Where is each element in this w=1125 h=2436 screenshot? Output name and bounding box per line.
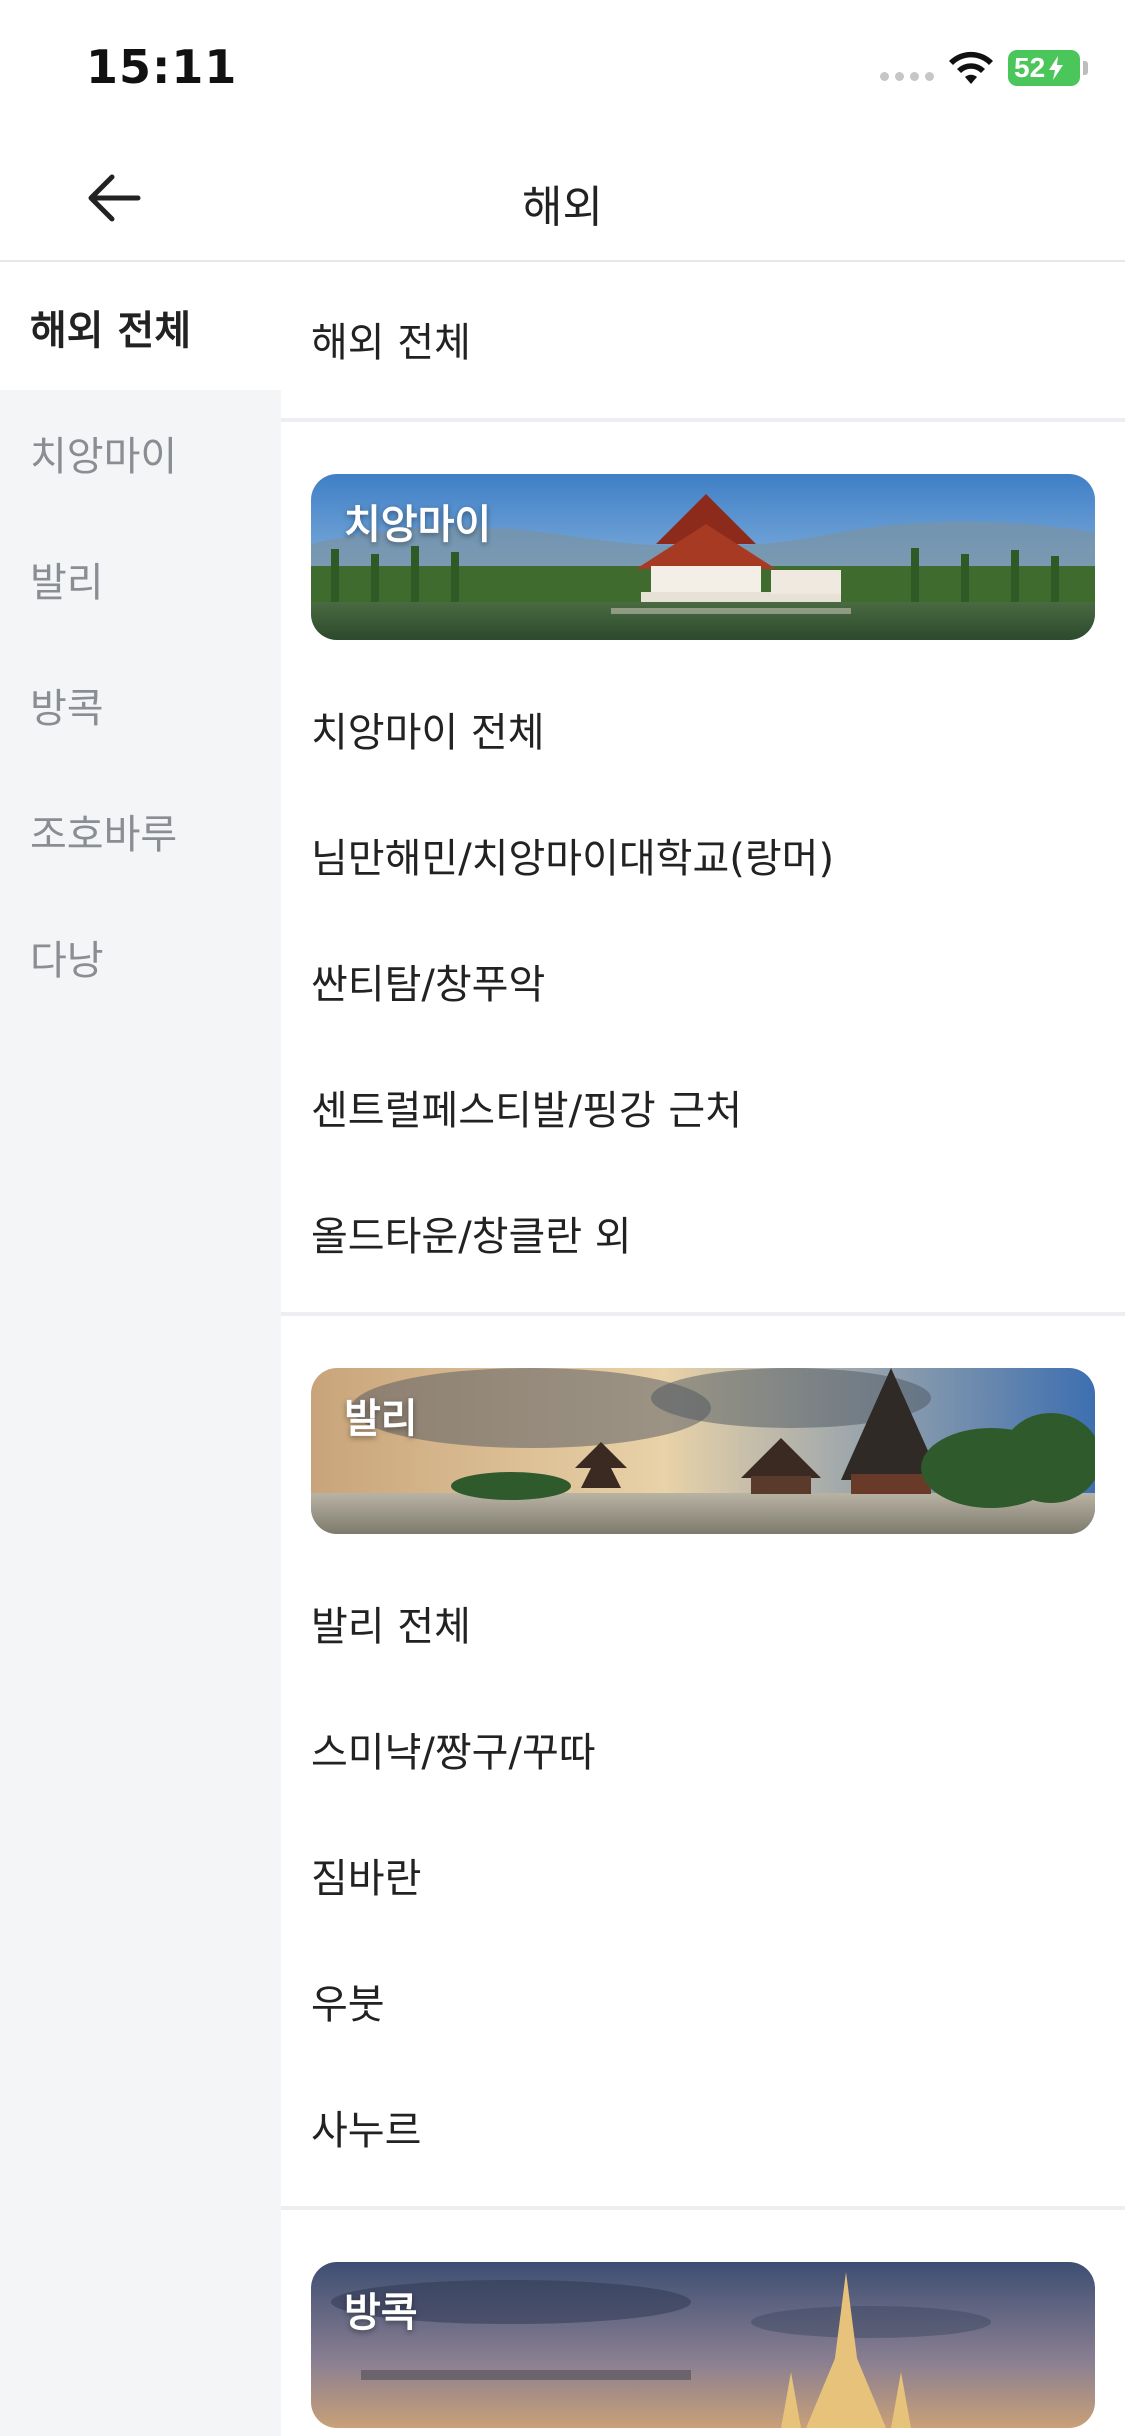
region-bangkok: 방콕 (281, 2210, 1125, 2436)
sidebar-item-johorbahru[interactable]: 조호바루 (0, 768, 281, 894)
status-time: 15:11 (86, 40, 238, 94)
list-item-label: 님만해민/치앙마이대학교(랑머) (311, 836, 835, 882)
sidebar-item-label: 다낭 (30, 938, 104, 984)
sidebar-item-danang[interactable]: 다낭 (0, 894, 281, 1020)
list-item-label: 우붓 (311, 1982, 385, 2028)
region-chiangmai: 치앙마이 치앙마이 전체 님만해민/치앙마이대학교(랑머) 싼티탐/창푸악 센트… (281, 422, 1125, 1316)
list-item-label: 센트럴페스티발/핑강 근처 (311, 1088, 742, 1134)
charging-icon (1049, 56, 1064, 80)
list-item[interactable]: 센트럴페스티발/핑강 근처 (281, 1044, 1125, 1170)
sidebar-item-label: 조호바루 (30, 812, 178, 858)
list-item[interactable]: 짐바란 (281, 1812, 1125, 1938)
status-bar: 15:11 52 (0, 0, 1125, 135)
banner-label: 발리 (344, 1396, 418, 1442)
list-item[interactable]: 올드타운/창클란 외 (281, 1170, 1125, 1296)
battery-tip (1083, 61, 1088, 75)
wifi-icon (949, 51, 993, 84)
region-list: 해외 전체 치앙마이 치앙마이 전체 님만해민/치앙마이대학교(랑머) 싼티탐/… (281, 264, 1125, 2436)
list-item[interactable]: 발리 전체 (281, 1560, 1125, 1686)
list-item-label: 사누르 (311, 2108, 422, 2154)
region-bali: 발리 발리 전체 스미냑/짱구/꾸따 짐바란 우붓 사누르 (281, 1316, 1125, 2210)
sidebar-item-label: 방콕 (30, 686, 104, 732)
list-item[interactable]: 스미냑/짱구/꾸따 (281, 1686, 1125, 1812)
banner-label: 치앙마이 (344, 502, 492, 548)
banner-label: 방콕 (344, 2290, 418, 2336)
list-item-label: 짐바란 (311, 1856, 422, 1902)
banner-bali[interactable]: 발리 (311, 1368, 1095, 1534)
list-item-all[interactable]: 해외 전체 (281, 264, 1125, 414)
list-item-label: 싼티탐/창푸악 (311, 962, 546, 1008)
list-item[interactable]: 사누르 (281, 2064, 1125, 2190)
list-item-label: 올드타운/창클란 외 (311, 1214, 632, 1260)
region-sidebar: 해외 전체 치앙마이 발리 방콕 조호바루 다낭 (0, 264, 281, 2436)
list-item-label: 스미냑/짱구/꾸따 (311, 1730, 596, 1776)
list-item-label: 해외 전체 (311, 320, 471, 366)
cellular-signal-icon (880, 72, 934, 81)
list-item[interactable]: 싼티탐/창푸악 (281, 918, 1125, 1044)
page-title: 해외 (522, 182, 603, 233)
bali-temple-image (311, 1368, 1095, 1534)
sidebar-item-bangkok[interactable]: 방콕 (0, 642, 281, 768)
sidebar-item-label: 해외 전체 (30, 308, 192, 354)
battery-icon: 52 (1008, 50, 1080, 86)
banner-bangkok[interactable]: 방콕 (311, 2262, 1095, 2428)
sidebar-item-all[interactable]: 해외 전체 (0, 264, 281, 390)
list-item-label: 발리 전체 (311, 1604, 471, 1650)
bangkok-temple-image (311, 2262, 1095, 2428)
list-item[interactable]: 님만해민/치앙마이대학교(랑머) (281, 792, 1125, 918)
all-section: 해외 전체 (281, 264, 1125, 422)
list-item[interactable]: 우붓 (281, 1938, 1125, 2064)
nav-bar: 해외 (0, 135, 1125, 262)
sidebar-item-label: 치앙마이 (30, 434, 178, 480)
banner-chiangmai[interactable]: 치앙마이 (311, 474, 1095, 640)
list-item-label: 치앙마이 전체 (311, 710, 545, 756)
sidebar-item-chiangmai[interactable]: 치앙마이 (0, 390, 281, 516)
battery-level: 52 (1014, 52, 1046, 83)
list-item[interactable]: 치앙마이 전체 (281, 666, 1125, 792)
sidebar-item-bali[interactable]: 발리 (0, 516, 281, 642)
sidebar-item-label: 발리 (30, 560, 104, 606)
